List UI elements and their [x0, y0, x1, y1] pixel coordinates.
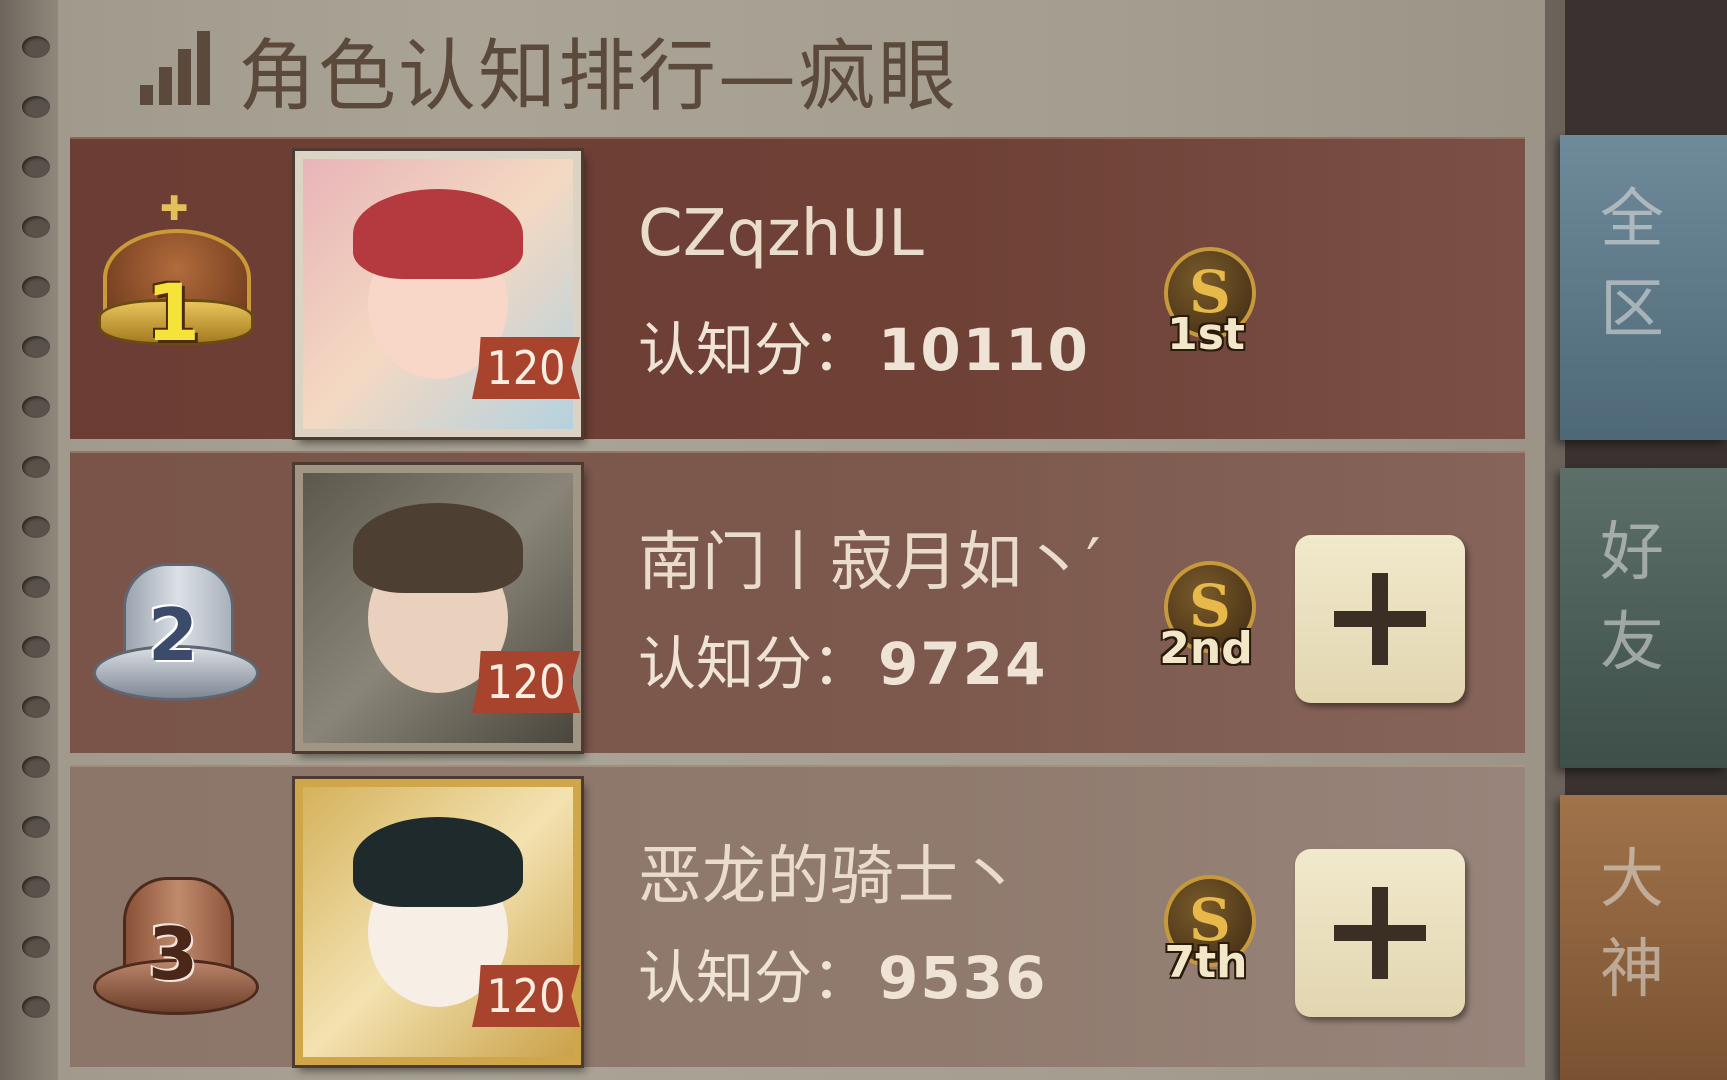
rank-number: 2	[147, 593, 199, 677]
tab-label: 大神	[1600, 843, 1664, 1007]
rank-number: 1	[145, 269, 201, 359]
score-line: 认知分： 9536	[638, 931, 1047, 1015]
tier-medal: S 2nd	[1156, 561, 1256, 674]
binding-hole	[22, 96, 50, 118]
page-title-bar: 角色认知排行—疯眼	[140, 20, 958, 122]
score-value: 9724	[878, 630, 1048, 698]
player-name[interactable]: CZqzhUL	[638, 197, 924, 271]
score-line: 认知分： 9724	[638, 617, 1047, 701]
binding-hole	[22, 696, 50, 718]
paper-panel: 角色认知排行—疯眼 ✚ 1 120 CZqzhUL 认知分： 10110 S 1…	[0, 0, 1565, 1080]
score-label: 认知分：	[638, 630, 871, 698]
binding-hole	[22, 336, 50, 358]
tier-rank: 2nd	[1159, 623, 1253, 674]
binding-hole	[22, 636, 50, 658]
binding-hole	[22, 756, 50, 778]
score-label: 认知分：	[638, 944, 871, 1012]
score-value: 10110	[878, 316, 1090, 384]
rank-number: 3	[147, 912, 199, 996]
tab-friends[interactable]: 好友	[1560, 468, 1727, 768]
score-label: 认知分：	[638, 316, 871, 384]
level-tag: 120	[472, 965, 580, 1027]
silver-top-hat-icon: 2	[88, 503, 259, 703]
gold-crown-icon: ✚ 1	[88, 189, 258, 389]
tab-all-region[interactable]: 全区	[1560, 135, 1727, 440]
binding-hole	[22, 996, 50, 1018]
tier-medal: S 1st	[1156, 247, 1256, 360]
level-tag: 120	[472, 651, 580, 713]
bronze-fedora-icon: 3	[88, 817, 259, 1017]
player-name[interactable]: 恶龙的骑士丶	[638, 825, 1022, 917]
binding-hole	[22, 396, 50, 418]
tab-label: 好友	[1600, 516, 1664, 680]
ranking-row-3[interactable]: 3 120 恶龙的骑士丶 认知分： 9536 S 7th	[70, 765, 1525, 1067]
player-name[interactable]: 南门丨寂月如丶′	[638, 511, 1101, 603]
page-title: 角色认知排行—疯眼	[238, 32, 959, 122]
binding-hole	[22, 276, 50, 298]
tier-medal: S 7th	[1156, 875, 1256, 988]
binding-hole	[22, 816, 50, 838]
notebook-binding	[0, 0, 58, 1080]
add-friend-button[interactable]	[1295, 849, 1465, 1017]
binding-hole	[22, 36, 50, 58]
binding-hole	[22, 156, 50, 178]
binding-hole	[22, 936, 50, 958]
ranking-row-2[interactable]: 2 120 南门丨寂月如丶′ 认知分： 9724 S 2nd	[70, 451, 1525, 753]
tab-label: 全区	[1600, 183, 1664, 347]
level-tag: 120	[472, 337, 580, 399]
tier-rank: 7th	[1164, 937, 1248, 988]
ranking-screen: 角色认知排行—疯眼 ✚ 1 120 CZqzhUL 认知分： 10110 S 1…	[0, 0, 1727, 1080]
score-value: 9536	[878, 944, 1048, 1012]
binding-hole	[22, 456, 50, 478]
tier-rank: 1st	[1167, 309, 1245, 360]
tab-top-players[interactable]: 大神	[1560, 795, 1727, 1080]
score-line: 认知分： 10110	[638, 303, 1090, 387]
binding-hole	[22, 576, 50, 598]
binding-hole	[22, 216, 50, 238]
add-friend-button[interactable]	[1295, 535, 1465, 703]
binding-hole	[22, 876, 50, 898]
rank-bars-icon	[140, 31, 210, 105]
binding-hole	[22, 516, 50, 538]
ranking-row-1[interactable]: ✚ 1 120 CZqzhUL 认知分： 10110 S 1st	[70, 137, 1525, 439]
